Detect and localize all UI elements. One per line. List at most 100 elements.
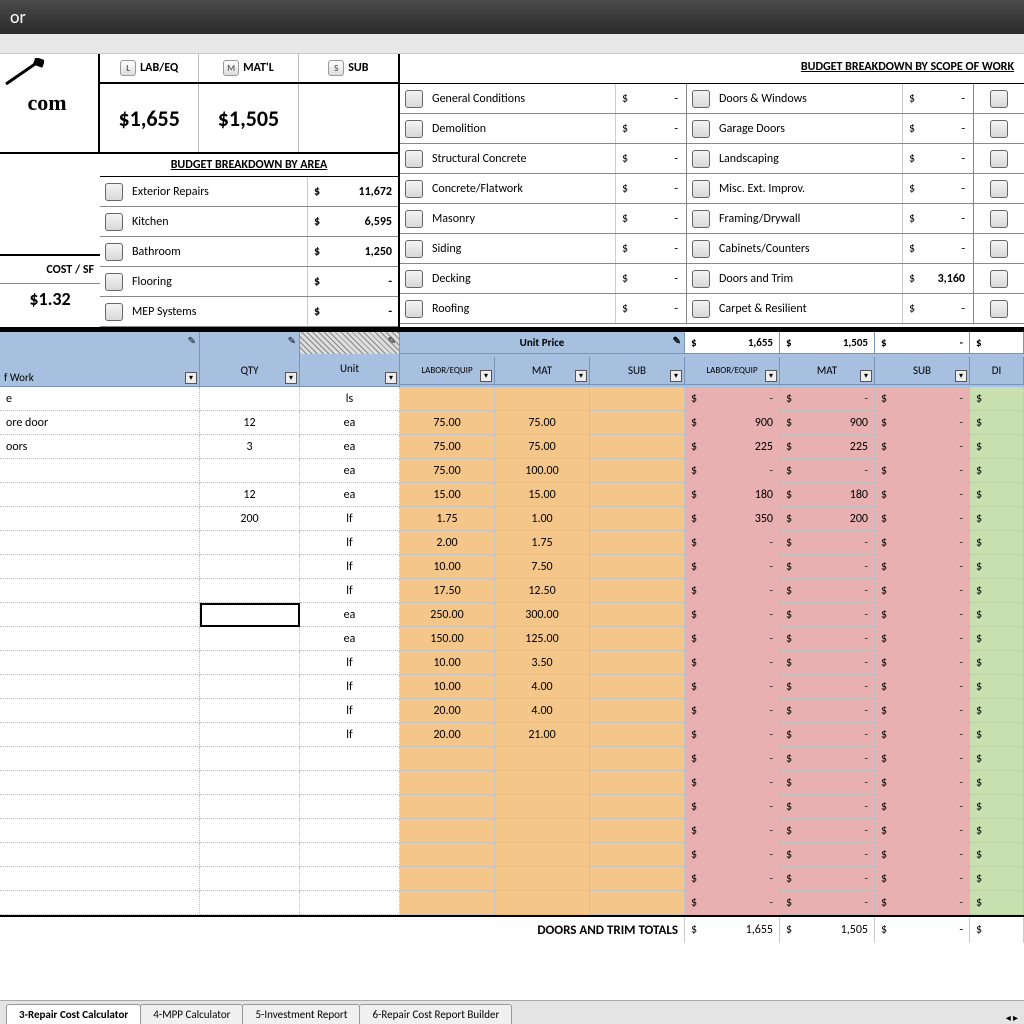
cell-price-labor[interactable]: 15.00 [400,483,495,507]
cell-unit[interactable]: lf [300,675,400,699]
checkbox[interactable] [990,180,1008,198]
cell-price-sub[interactable] [590,435,685,459]
cell-scope[interactable] [0,675,200,699]
cell-price-mat[interactable] [495,843,590,867]
cell-price-mat[interactable]: 1.75 [495,531,590,555]
cell-amt-mat[interactable]: $- [780,555,875,579]
cell-price-mat[interactable]: 4.00 [495,675,590,699]
cell-qty[interactable] [200,699,300,723]
cell-price-sub[interactable] [590,627,685,651]
cell-price-sub[interactable] [590,579,685,603]
cell-amt-labor[interactable]: $- [685,771,780,795]
cell-unit[interactable] [300,891,400,915]
cell-scope[interactable] [0,627,200,651]
cell-diy[interactable]: $ [970,795,1024,819]
cell-price-sub[interactable] [590,675,685,699]
cell-price-mat[interactable]: 300.00 [495,603,590,627]
cell-price-labor[interactable]: 2.00 [400,531,495,555]
cell-scope[interactable] [0,531,200,555]
cell-amt-labor[interactable]: $- [685,627,780,651]
cell-scope[interactable]: ore door [0,411,200,435]
cell-price-labor[interactable] [400,867,495,891]
checkbox[interactable] [990,300,1008,318]
checkbox[interactable] [990,240,1008,258]
cell-qty[interactable] [200,531,300,555]
cell-amt-mat[interactable]: $- [780,651,875,675]
subcol-sub2[interactable]: SUB▾ [875,357,970,385]
filter-icon[interactable]: ▾ [385,372,397,384]
cell-qty[interactable]: 12 [200,411,300,435]
filter-icon[interactable]: ▾ [480,370,492,382]
cell-qty[interactable] [200,387,300,411]
cell-unit[interactable] [300,867,400,891]
cell-amt-sub[interactable]: $- [875,867,970,891]
cell-scope[interactable] [0,459,200,483]
sheet-tab[interactable]: 3-Repair Cost Calculator [6,1004,141,1024]
checkbox[interactable] [405,150,423,168]
subcol-le2[interactable]: LABOR/EQUIP▾ [685,357,780,385]
cell-scope[interactable]: e [0,387,200,411]
cell-amt-sub[interactable]: $- [875,675,970,699]
cell-amt-mat[interactable]: $- [780,459,875,483]
cell-qty[interactable] [200,771,300,795]
cell-diy[interactable]: $ [970,387,1024,411]
cell-price-mat[interactable]: 21.00 [495,723,590,747]
cell-scope[interactable] [0,723,200,747]
cell-qty[interactable] [200,723,300,747]
cell-qty[interactable] [200,555,300,579]
cell-price-labor[interactable] [400,387,495,411]
cell-scope[interactable]: oors [0,435,200,459]
cell-amt-mat[interactable]: $- [780,771,875,795]
cell-diy[interactable]: $ [970,555,1024,579]
cell-price-labor[interactable] [400,795,495,819]
cell-diy[interactable]: $ [970,891,1024,915]
cell-amt-sub[interactable]: $- [875,555,970,579]
filter-icon[interactable]: ▾ [285,372,297,384]
cell-amt-sub[interactable]: $- [875,435,970,459]
cell-unit[interactable]: lf [300,507,400,531]
checkbox[interactable] [105,273,123,291]
col-scope[interactable]: f Work ✎ ▾ [0,332,200,387]
cell-price-mat[interactable] [495,795,590,819]
cell-amt-labor[interactable]: $180 [685,483,780,507]
cell-scope[interactable] [0,747,200,771]
cell-amt-labor[interactable]: $350 [685,507,780,531]
cell-amt-mat[interactable]: $- [780,891,875,915]
cell-price-labor[interactable]: 75.00 [400,435,495,459]
checkbox[interactable] [692,300,710,318]
cell-amt-sub[interactable]: $- [875,699,970,723]
cell-scope[interactable] [0,795,200,819]
cell-price-mat[interactable]: 125.00 [495,627,590,651]
checkbox[interactable] [405,270,423,288]
cell-amt-sub[interactable]: $- [875,627,970,651]
cell-amt-mat[interactable]: $- [780,387,875,411]
cell-price-labor[interactable]: 1.75 [400,507,495,531]
checkbox[interactable] [405,240,423,258]
cell-amt-sub[interactable]: $- [875,483,970,507]
filter-icon[interactable]: ▾ [955,370,967,382]
cell-diy[interactable]: $ [970,531,1024,555]
cell-qty[interactable] [200,459,300,483]
cell-amt-labor[interactable]: $- [685,603,780,627]
cell-amt-sub[interactable]: $- [875,507,970,531]
subcol-sub[interactable]: SUB▾ [590,357,685,385]
checkbox[interactable] [990,210,1008,228]
subcol-mat2[interactable]: MAT▾ [780,357,875,385]
cell-scope[interactable] [0,507,200,531]
checkbox[interactable] [405,120,423,138]
cell-qty[interactable] [200,603,300,627]
checkbox[interactable] [692,180,710,198]
cell-diy[interactable]: $ [970,867,1024,891]
cell-price-sub[interactable] [590,723,685,747]
cell-qty[interactable] [200,651,300,675]
cell-price-mat[interactable] [495,819,590,843]
cell-scope[interactable] [0,843,200,867]
col-qty[interactable]: QTY ✎ ▾ [200,332,300,387]
checkbox[interactable] [405,90,423,108]
cell-amt-labor[interactable]: $- [685,651,780,675]
cell-scope[interactable] [0,555,200,579]
checkbox[interactable] [692,90,710,108]
cell-price-sub[interactable] [590,555,685,579]
data-grid[interactable]: e ls $- $- $- $ore door 12 ea 75.00 75.0… [0,387,1024,915]
cell-price-labor[interactable]: 10.00 [400,555,495,579]
